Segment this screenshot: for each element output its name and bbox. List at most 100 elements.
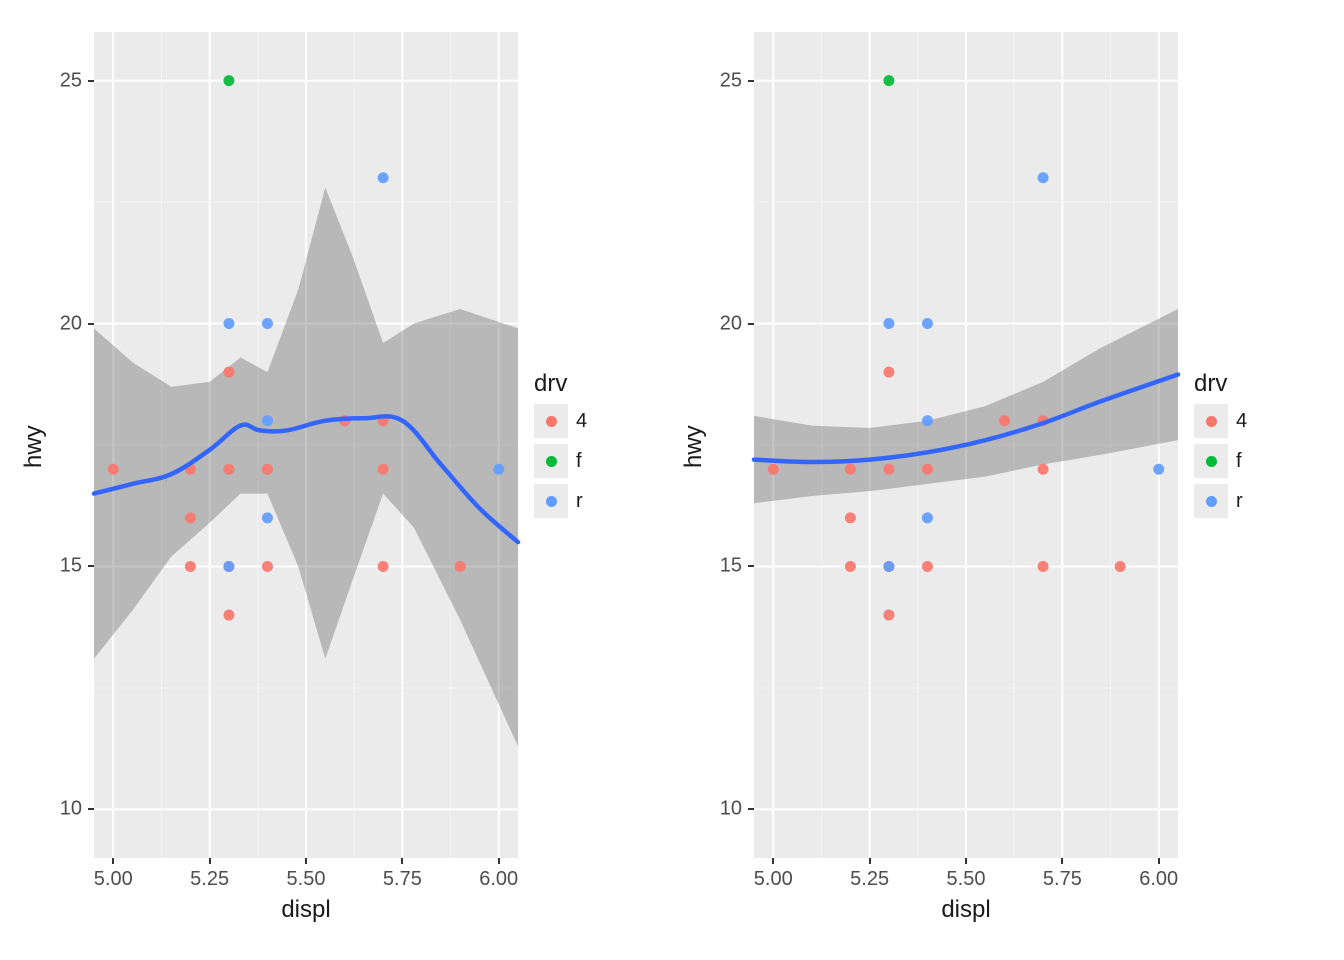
data-point: [1038, 561, 1049, 572]
y-tick-mark: [748, 323, 754, 325]
data-point: [999, 415, 1010, 426]
legend-label: 4: [576, 410, 587, 433]
data-point: [922, 415, 933, 426]
x-tick-mark: [869, 858, 871, 864]
x-tick-mark: [209, 858, 211, 864]
data-point: [883, 610, 894, 621]
data-point: [185, 561, 196, 572]
legend-dot-icon: [1206, 456, 1217, 467]
legend-key: [534, 484, 568, 518]
data-point: [378, 172, 389, 183]
data-point: [1038, 464, 1049, 475]
left-chart: hwy displ drv 4fr 101520255.005.255.505.…: [0, 0, 660, 960]
x-tick-mark: [305, 858, 307, 864]
left-plot-area: [94, 32, 518, 858]
data-point: [185, 512, 196, 523]
data-point: [223, 318, 234, 329]
data-point: [922, 561, 933, 572]
data-point: [493, 464, 504, 475]
legend-label: f: [576, 450, 582, 473]
data-point: [223, 464, 234, 475]
legend: drv 4 fr: [1194, 370, 1284, 524]
y-tick-label: 10: [42, 798, 82, 821]
data-point: [922, 464, 933, 475]
x-tick-label: 5.50: [287, 868, 326, 891]
legend-key: [534, 444, 568, 478]
legend-dot-icon: [546, 496, 557, 507]
data-point: [922, 318, 933, 329]
legend-dot-icon: [1206, 496, 1217, 507]
x-tick-mark: [401, 858, 403, 864]
x-tick-label: 5.75: [1043, 868, 1082, 891]
data-point: [262, 318, 273, 329]
y-tick-label: 15: [702, 555, 742, 578]
legend-item-4: 4: [1194, 404, 1284, 438]
legend-title: drv: [534, 370, 624, 398]
data-point: [768, 464, 779, 475]
data-point: [883, 367, 894, 378]
x-axis-title: displ: [754, 896, 1178, 924]
x-tick-label: 5.00: [754, 868, 793, 891]
y-tick-label: 20: [42, 312, 82, 335]
data-point: [262, 512, 273, 523]
legend-label: 4: [1236, 410, 1247, 433]
y-axis-title: hwy: [20, 425, 48, 468]
x-tick-mark: [772, 858, 774, 864]
y-axis-title: hwy: [680, 425, 708, 468]
y-tick-mark: [88, 565, 94, 567]
legend-key: [534, 404, 568, 438]
y-tick-mark: [88, 80, 94, 82]
data-point: [223, 610, 234, 621]
x-tick-mark: [498, 858, 500, 864]
x-tick-label: 6.00: [479, 868, 518, 891]
legend-title: drv: [1194, 370, 1284, 398]
legend-dot-icon: [546, 416, 557, 427]
right-chart: hwy displ drv 4 fr 10 15 20 25 5.00 5.25 5.50 5.…: [660, 0, 1320, 960]
y-tick-label: 20: [702, 312, 742, 335]
legend-label: r: [576, 490, 583, 513]
data-point: [223, 367, 234, 378]
x-tick-mark: [965, 858, 967, 864]
legend-key: [1194, 484, 1228, 518]
y-tick-mark: [748, 80, 754, 82]
data-point: [883, 464, 894, 475]
legend-item-f: f: [1194, 444, 1284, 478]
legend-item-f: f: [534, 444, 624, 478]
data-point: [378, 561, 389, 572]
x-tick-label: 5.25: [190, 868, 229, 891]
x-tick-label: 5.00: [94, 868, 133, 891]
y-tick-label: 25: [702, 69, 742, 92]
data-point: [845, 561, 856, 572]
data-point: [883, 75, 894, 86]
legend-label: r: [1236, 490, 1243, 513]
data-point: [223, 561, 234, 572]
x-tick-label: 5.50: [947, 868, 986, 891]
y-tick-mark: [748, 565, 754, 567]
data-point: [1038, 172, 1049, 183]
data-point: [262, 464, 273, 475]
data-point: [1153, 464, 1164, 475]
legend-item-r: r: [1194, 484, 1284, 518]
y-tick-label: 25: [42, 69, 82, 92]
data-point: [455, 561, 466, 572]
x-axis-title: displ: [94, 896, 518, 924]
data-point: [883, 561, 894, 572]
legend-item-r: r: [534, 484, 624, 518]
data-point: [108, 464, 119, 475]
legend-dot-icon: [1206, 416, 1217, 427]
right-plot-area: [754, 32, 1178, 858]
legend: drv 4 fr: [534, 370, 624, 524]
x-tick-label: 5.25: [850, 868, 889, 891]
y-tick-mark: [88, 808, 94, 810]
y-tick-mark: [748, 808, 754, 810]
x-tick-mark: [1061, 858, 1063, 864]
legend-key: [1194, 444, 1228, 478]
legend-dot-icon: [546, 456, 557, 467]
data-point: [262, 561, 273, 572]
x-tick-mark: [112, 858, 114, 864]
data-point: [1115, 561, 1126, 572]
x-tick-mark: [1158, 858, 1160, 864]
y-tick-label: 10: [702, 798, 742, 821]
y-tick-mark: [88, 323, 94, 325]
data-point: [883, 318, 894, 329]
